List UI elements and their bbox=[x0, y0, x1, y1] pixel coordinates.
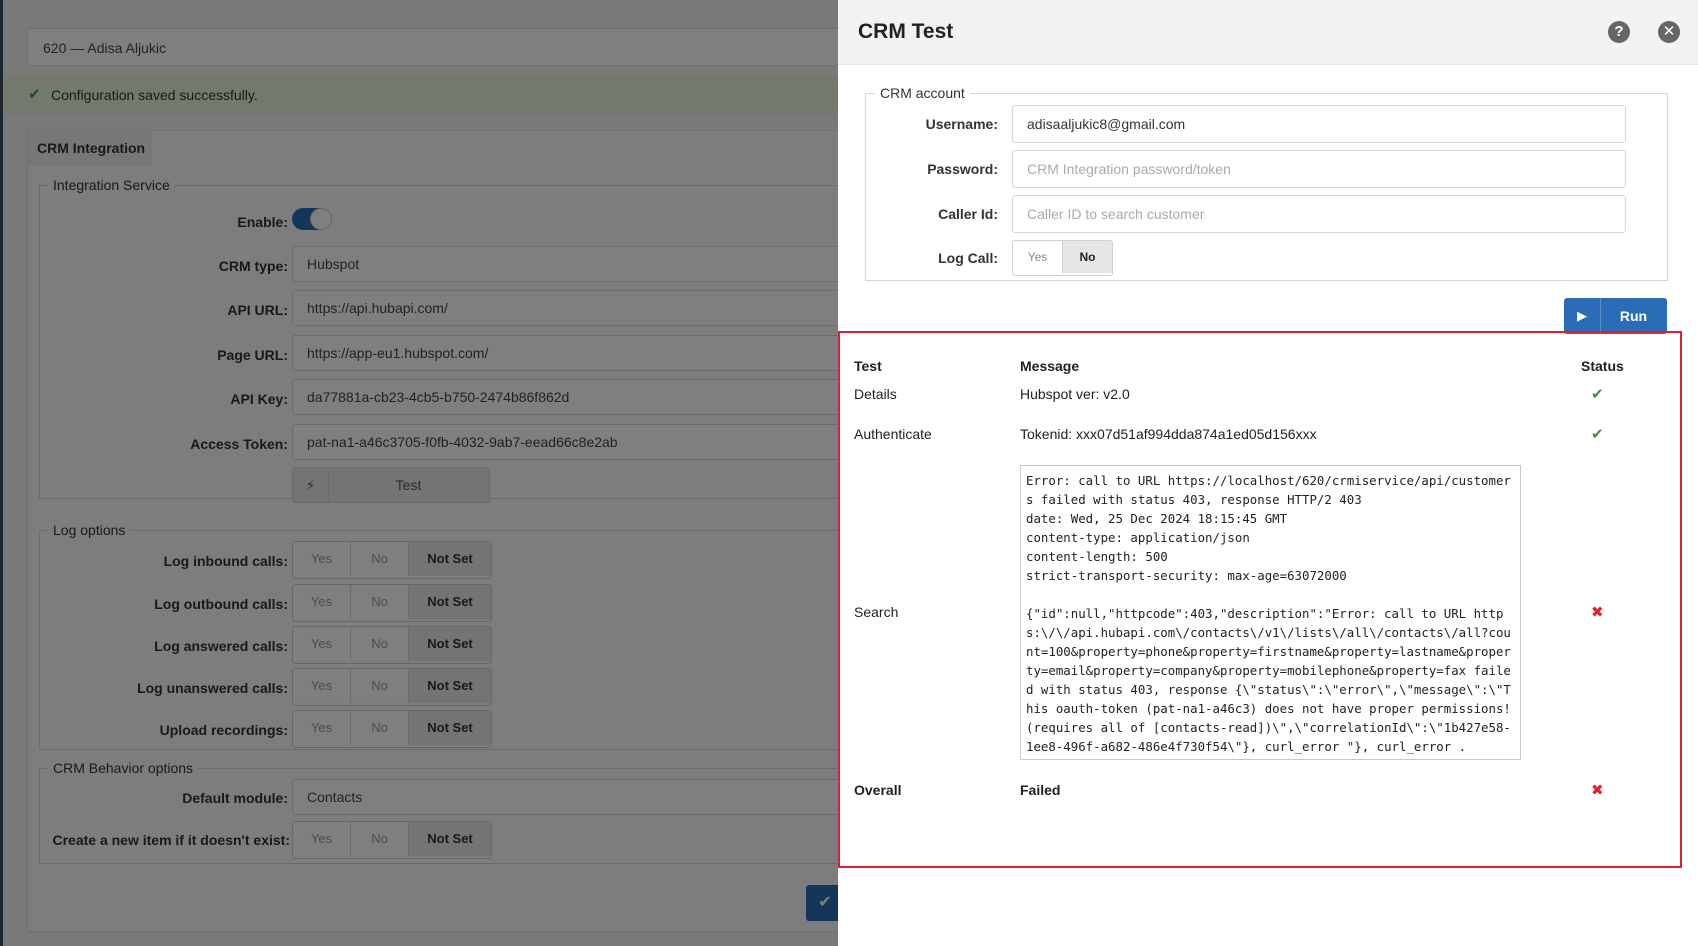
run-button[interactable]: ▶ Run bbox=[1564, 298, 1667, 334]
log-call-segmented[interactable]: Yes No bbox=[1012, 240, 1113, 276]
help-icon[interactable]: ? bbox=[1608, 21, 1630, 43]
modal-title: CRM Test bbox=[858, 20, 954, 43]
message-authenticate: Tokenid: xxx07d51af994dda874a1ed05d156xx… bbox=[1020, 426, 1317, 442]
password-label: Password: bbox=[927, 161, 998, 177]
test-name-overall: Overall bbox=[854, 782, 902, 798]
test-name-details: Details bbox=[854, 386, 897, 402]
username-label: Username: bbox=[925, 116, 998, 132]
caller-id-label: Caller Id: bbox=[938, 206, 998, 222]
play-icon: ▶ bbox=[1564, 298, 1601, 334]
success-check-icon: ✔ bbox=[1591, 426, 1604, 443]
col-header-status: Status bbox=[1581, 358, 1624, 374]
password-input[interactable]: CRM Integration password/token bbox=[1012, 150, 1626, 188]
log-call-label: Log Call: bbox=[938, 250, 998, 266]
log-call-no[interactable]: No bbox=[1063, 241, 1112, 273]
test-name-search: Search bbox=[854, 604, 899, 620]
col-header-test: Test bbox=[854, 358, 882, 374]
col-header-message: Message bbox=[1020, 358, 1080, 374]
crm-test-modal: CRM Test ? ✕ CRM account Username: adisa… bbox=[838, 0, 1698, 946]
success-check-icon: ✔ bbox=[1591, 386, 1604, 403]
message-overall: Failed bbox=[1020, 782, 1061, 798]
search-error-textarea[interactable]: Error: call to URL https://localhost/620… bbox=[1020, 465, 1521, 760]
log-call-yes[interactable]: Yes bbox=[1013, 241, 1063, 273]
modal-backdrop[interactable] bbox=[0, 0, 838, 946]
message-details: Hubspot ver: v2.0 bbox=[1020, 386, 1130, 402]
crm-account-legend: CRM account bbox=[880, 85, 965, 101]
username-input[interactable]: adisaaljukic8@gmail.com bbox=[1012, 105, 1626, 143]
fail-x-icon: ✖ bbox=[1591, 782, 1604, 799]
fail-x-icon: ✖ bbox=[1591, 604, 1604, 621]
run-button-label: Run bbox=[1619, 308, 1648, 324]
modal-header: CRM Test ? ✕ bbox=[838, 0, 1698, 65]
test-name-authenticate: Authenticate bbox=[854, 426, 932, 442]
close-icon[interactable]: ✕ bbox=[1658, 21, 1680, 43]
caller-id-input[interactable]: Caller ID to search customer bbox=[1012, 195, 1626, 233]
